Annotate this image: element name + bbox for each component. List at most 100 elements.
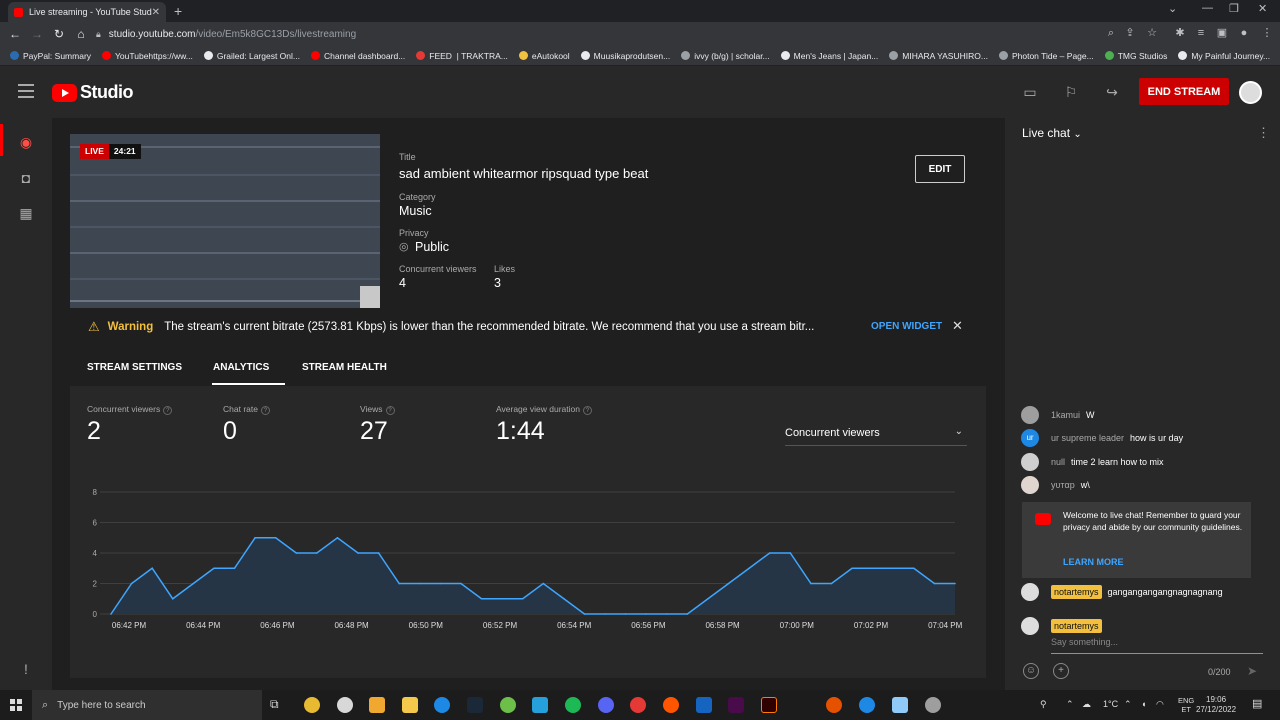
avatar[interactable]: ur	[1021, 429, 1039, 447]
bookmark-icon[interactable]: ⚐	[1063, 84, 1079, 100]
share-icon[interactable]: ⇪	[1124, 27, 1136, 39]
emoji-icon[interactable]: ☺	[1023, 663, 1039, 679]
bookmark-item[interactable]: Channel dashboard...	[311, 51, 405, 61]
tab-search-icon[interactable]: ⌄	[1168, 2, 1177, 15]
bookmark-item[interactable]: Muusikaprodutsen...	[580, 51, 670, 61]
chat-author[interactable]: уυтαр	[1051, 480, 1075, 490]
steam-icon[interactable]	[467, 697, 483, 713]
taskbar-search[interactable]: ⌕ Type here to search	[32, 690, 262, 720]
illustrator-icon[interactable]	[761, 697, 777, 713]
language-indicator[interactable]: ENG ET	[1178, 696, 1194, 714]
help-icon[interactable]: ?	[163, 406, 173, 415]
chat-input[interactable]: Say something...	[1051, 637, 1263, 654]
tab-analytics[interactable]: ANALYTICS	[213, 362, 269, 373]
bookmark-item[interactable]: MIHARA YASUHIRO...	[889, 51, 988, 61]
taskbar-clock[interactable]: 19:06 27/12/2022	[1196, 695, 1236, 715]
people-icon[interactable]: ⚲	[1040, 699, 1047, 710]
help-icon[interactable]: ?	[582, 406, 592, 415]
tab-stream-health[interactable]: STREAM HEALTH	[302, 362, 387, 373]
windows-start-icon[interactable]	[10, 699, 22, 711]
chat-author[interactable]: 1kamui	[1051, 410, 1080, 420]
spotify-icon[interactable]	[565, 697, 581, 713]
profile-icon[interactable]: ●	[1238, 27, 1250, 39]
camera-icon[interactable]: ◘	[18, 170, 34, 186]
media-icon[interactable]: ≡	[1195, 27, 1207, 39]
chrome-icon[interactable]	[304, 697, 320, 713]
notifications-icon[interactable]: ▤	[1252, 697, 1262, 710]
wifi-icon[interactable]: ◠	[1156, 699, 1164, 710]
extensions-icon[interactable]: ✱	[1174, 27, 1186, 39]
app-icon[interactable]	[925, 697, 941, 713]
zoom-icon[interactable]: ⌕	[1105, 27, 1117, 39]
send-icon[interactable]: ➤	[1247, 664, 1257, 678]
bookmark-item[interactable]: Photon Tide – Page...	[998, 51, 1094, 61]
network-icon[interactable]: ⌃	[1124, 699, 1132, 710]
app-icon[interactable]	[434, 697, 450, 713]
edit-button[interactable]: EDIT	[915, 155, 965, 183]
clapperboard-icon[interactable]: ▭	[1022, 84, 1038, 100]
back-icon[interactable]: ←	[4, 27, 26, 41]
bookmark-item[interactable]: eAutokool	[518, 51, 570, 61]
bookmark-item[interactable]: Men's Jeans | Japan...	[780, 51, 878, 61]
minimize-icon[interactable]: —	[1202, 2, 1213, 14]
task-view-icon[interactable]: ⧉	[270, 697, 286, 713]
new-tab-icon[interactable]: +	[174, 3, 182, 19]
live-broadcast-icon[interactable]: ◉	[18, 134, 34, 150]
file-explorer-icon[interactable]	[402, 697, 418, 713]
window-close-icon[interactable]: ✕	[1258, 2, 1267, 15]
url-field[interactable]: 🔒︎ studio.youtube.com /video/Em5k8GC13Ds…	[96, 25, 1096, 43]
stream-preview[interactable]	[70, 134, 380, 308]
app-icon[interactable]	[696, 697, 712, 713]
browser-tab[interactable]: Live streaming - YouTube Studio ✕	[8, 2, 166, 22]
calendar-icon[interactable]: ▦	[18, 205, 34, 221]
browser-menu-icon[interactable]: ⋮	[1261, 27, 1273, 39]
add-icon[interactable]: +	[1053, 663, 1069, 679]
app-icon[interactable]	[500, 697, 516, 713]
fl-studio-icon[interactable]	[369, 697, 385, 713]
chat-menu-icon[interactable]: ⋮	[1257, 125, 1270, 141]
home-icon[interactable]: ⌂	[70, 27, 92, 41]
maximize-icon[interactable]: ❐	[1229, 2, 1239, 15]
reload-icon[interactable]: ↻	[48, 27, 70, 41]
premiere-icon[interactable]	[728, 697, 744, 713]
weather-temp[interactable]: 1°C	[1103, 699, 1118, 709]
bookmark-item[interactable]: PayPal: Summary	[10, 51, 91, 61]
app-icon[interactable]	[630, 697, 646, 713]
avatar[interactable]	[1021, 476, 1039, 494]
help-icon[interactable]: ?	[385, 406, 395, 415]
open-widget-link[interactable]: OPEN WIDGET	[871, 321, 942, 332]
youtube-studio-logo[interactable]: Studio	[52, 82, 134, 103]
bookmark-item[interactable]: ivvy (b/g) | scholar...	[681, 51, 770, 61]
metric-dropdown[interactable]: Concurrent viewers ⌄	[785, 424, 967, 446]
hamburger-menu-icon[interactable]	[18, 84, 34, 98]
chat-author[interactable]: ur supreme leader	[1051, 433, 1124, 443]
bookmark-item[interactable]: Grailed: Largest Onl...	[203, 51, 300, 61]
account-avatar[interactable]	[1239, 81, 1262, 104]
soundcloud-icon[interactable]	[663, 697, 679, 713]
app-icon[interactable]	[532, 697, 548, 713]
avatar[interactable]	[1021, 453, 1039, 471]
tray-chevron-icon[interactable]: ⌃	[1066, 699, 1074, 710]
volume-icon[interactable]: ◖	[1141, 699, 1146, 709]
bookmark-item[interactable]: TMG Studios	[1104, 51, 1167, 61]
bookmark-item[interactable]: FEED ️ | TRAKTRA...	[416, 51, 508, 61]
bookmark-star-icon[interactable]: ☆	[1146, 27, 1158, 39]
app-icon[interactable]	[826, 697, 842, 713]
sidebar-icon[interactable]: ▣	[1216, 27, 1228, 39]
feedback-icon[interactable]: !	[18, 661, 34, 677]
forward-icon[interactable]: →	[26, 27, 48, 41]
bookmark-item[interactable]: YouTubehttps://ww...	[102, 51, 193, 61]
app-icon[interactable]	[892, 697, 908, 713]
share-arrow-icon[interactable]: ↪	[1104, 84, 1120, 100]
help-icon[interactable]: ?	[260, 406, 270, 415]
live-chat-title[interactable]: Live chat ⌄	[1022, 126, 1082, 140]
tab-close-icon[interactable]: ✕	[152, 7, 160, 18]
app-icon[interactable]	[859, 697, 875, 713]
dismiss-warning-icon[interactable]: ✕	[952, 318, 963, 334]
avatar[interactable]	[1021, 406, 1039, 424]
discord-icon[interactable]	[598, 697, 614, 713]
app-icon[interactable]	[337, 697, 353, 713]
tab-stream-settings[interactable]: STREAM SETTINGS	[87, 362, 182, 373]
learn-more-link[interactable]: LEARN MORE	[1063, 557, 1124, 567]
end-stream-button[interactable]: END STREAM	[1139, 78, 1229, 105]
